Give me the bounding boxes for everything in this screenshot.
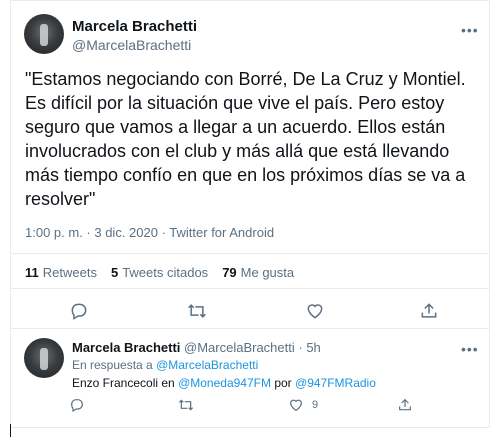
mention-link[interactable]: @947FMRadio	[295, 376, 376, 390]
divider	[11, 288, 489, 289]
tweet-timestamp[interactable]: 1:00 p. m. · 3 dic. 2020	[25, 225, 158, 240]
retweets-count: 11	[25, 265, 39, 280]
retweet-icon	[178, 399, 194, 411]
author-handle[interactable]: @MarcelaBrachetti	[72, 37, 191, 53]
quotes-count: 5	[110, 265, 119, 280]
like-icon	[290, 399, 302, 412]
retweets-label: Retweets	[42, 265, 97, 280]
retweet-icon	[188, 304, 206, 318]
reply-share-button[interactable]	[397, 397, 413, 413]
share-icon	[421, 303, 437, 318]
reply-button[interactable]	[69, 301, 89, 321]
reply-retweet-button[interactable]	[177, 397, 195, 413]
like-button[interactable]	[305, 301, 325, 321]
likes-stat[interactable]: 79 Me gusta	[222, 265, 294, 280]
reply-text-prefix: Enzo Francecoli en	[72, 376, 175, 390]
reply-prefix: En respuesta a	[72, 358, 153, 372]
tweet-stats: 11 Retweets 5 Tweets citados 79 Me gusta	[25, 265, 294, 280]
like-icon	[307, 304, 323, 319]
share-icon	[399, 398, 411, 411]
text-cursor	[10, 424, 11, 437]
more-options-icon[interactable]: •••	[461, 23, 479, 37]
tweet-thread-card: Marcela Brachetti @MarcelaBrachetti ••• …	[10, 0, 490, 428]
reply-like-count: 9	[312, 399, 319, 411]
meta-separator: ·	[157, 225, 170, 240]
share-button[interactable]	[419, 301, 439, 321]
mention-link[interactable]: @Moneda947FM	[178, 376, 271, 390]
reply-author-name[interactable]: Marcela Brachetti	[72, 340, 180, 355]
tweet-source[interactable]: Twitter for Android	[169, 225, 274, 240]
likes-count: 79	[222, 265, 237, 280]
divider	[11, 328, 489, 329]
reply-header: Marcela Brachetti @MarcelaBrachetti · 5h	[72, 340, 321, 355]
reply-actions: 9	[11, 397, 489, 421]
tweet-text: "Estamos negociando con Borré, De La Cru…	[25, 69, 466, 209]
author-name[interactable]: Marcela Brachetti	[72, 18, 197, 35]
retweet-button[interactable]	[186, 301, 208, 321]
likes-label: Me gusta	[240, 265, 295, 280]
reply-context: En respuesta a @MarcelaBrachetti	[72, 358, 258, 372]
retweets-stat[interactable]: 11 Retweets	[25, 265, 97, 280]
reply-like-button[interactable]: 9	[288, 397, 318, 413]
quotes-stat[interactable]: 5 Tweets citados	[111, 265, 208, 280]
reply-text-mid: por	[274, 376, 292, 390]
reply-author-handle[interactable]: @MarcelaBrachetti	[184, 340, 295, 355]
reply-reply-button[interactable]	[69, 397, 85, 413]
reply-text: Enzo Francecoli en @Moneda947FM por @947…	[72, 376, 376, 390]
author-avatar[interactable]	[24, 14, 64, 54]
reply-time[interactable]: · 5h	[298, 340, 320, 355]
reply-to-link[interactable]: @MarcelaBrachetti	[156, 358, 258, 372]
reply-icon	[71, 303, 87, 320]
reply-icon	[71, 399, 83, 413]
tweet-meta: 1:00 p. m. · 3 dic. 2020 · Twitter for A…	[25, 225, 274, 240]
reply-more-options-icon[interactable]: •••	[461, 342, 479, 356]
tweet-actions	[11, 301, 489, 325]
quotes-label: Tweets citados	[122, 265, 209, 280]
divider	[11, 253, 489, 254]
reply-author-avatar[interactable]	[24, 338, 64, 378]
